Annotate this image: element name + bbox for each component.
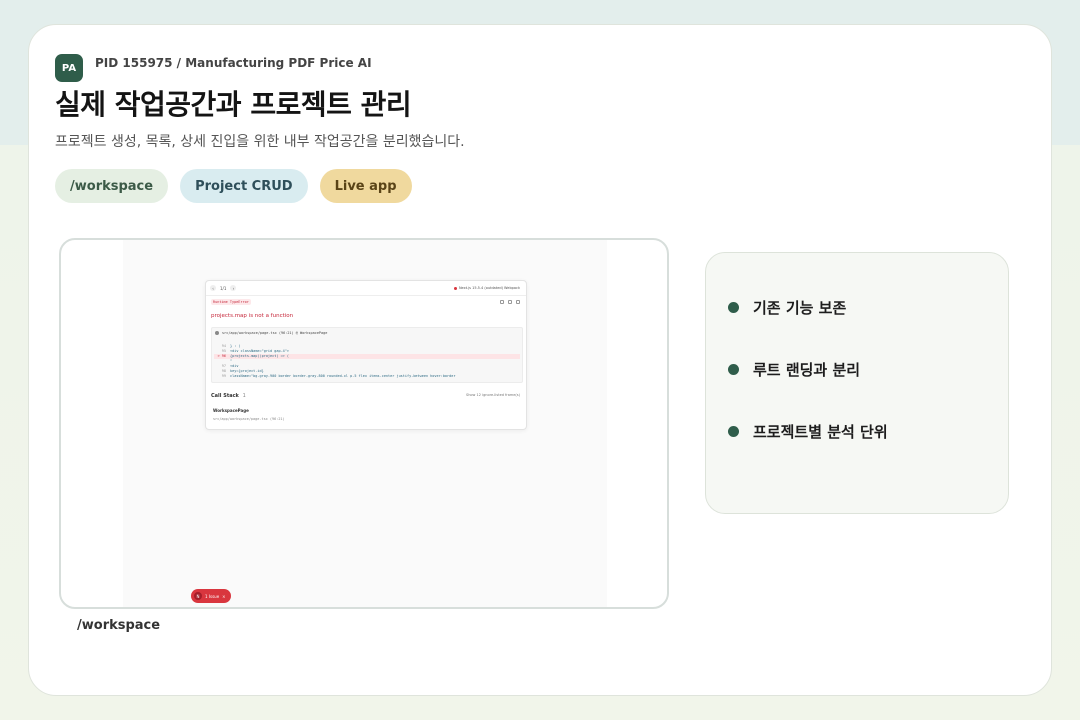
copy-icon[interactable] (500, 300, 504, 304)
version-status-dot (453, 286, 457, 290)
feature-label: 기존 기능 보존 (753, 299, 847, 317)
call-stack-heading: Call Stack 1 (211, 393, 246, 399)
version-label: Next.js 15.5.4 (outdated) Webpack (458, 286, 520, 290)
workspace-screenshot: ‹ 1/1 › Next.js 15.5.4 (outdated) Webpac… (59, 238, 669, 609)
screenshot-viewport: ‹ 1/1 › Next.js 15.5.4 (outdated) Webpac… (123, 240, 607, 607)
feature-panel: 기존 기능 보존 루트 랜딩과 분리 프로젝트별 분석 단위 (705, 252, 1009, 514)
stack-frame-name: WorkspacePage (213, 408, 249, 413)
error-type-badge: Runtime TypeError (211, 299, 251, 305)
slide-card: PA PID 155975 / Manufacturing PDF Price … (28, 24, 1052, 696)
page-title: 실제 작업공간과 프로젝트 관리 (55, 88, 412, 121)
issue-badge-button[interactable]: N 1 Issue × (191, 589, 231, 603)
feature-label: 프로젝트별 분석 단위 (753, 423, 888, 441)
tag-live-app: Live app (319, 169, 412, 203)
bullet-dot-icon (728, 302, 739, 313)
overlay-divider (206, 295, 526, 296)
project-id: PID 155975 / Manufacturing PDF Price AI (95, 56, 372, 70)
ignore-list-toggle[interactable]: Show 12 ignore-listed frame(s) (466, 393, 520, 397)
call-stack-label: Call Stack (211, 393, 239, 399)
code-lines: 94 } : ( 95 <div className="grid gap-4">… (214, 344, 520, 379)
error-nav-count: 1/1 (220, 285, 227, 291)
docs-icon[interactable] (508, 300, 512, 304)
line-text: className="bg-gray-900 border border-gra… (230, 374, 456, 378)
tag-list: /workspace Project CRUD Live app (55, 169, 412, 203)
tag-workspace: /workspace (55, 169, 169, 203)
overlay-actions (500, 300, 520, 304)
next-error-icon[interactable]: › (230, 285, 237, 291)
code-frame: src/app/workspace/page.tsx (96:21) @ Wor… (211, 327, 523, 383)
call-stack-count: 1 (242, 393, 246, 399)
page-subtitle: 프로젝트 생성, 목록, 상세 진입을 위한 내부 작업공간을 분리했습니다. (55, 134, 465, 150)
error-message: projects.map is not a function (211, 313, 294, 319)
screenshot-caption: /workspace (77, 618, 161, 633)
code-line: 99 className="bg-gray-900 border border-… (214, 374, 520, 379)
feature-item: 루트 랜딩과 분리 (728, 359, 860, 380)
code-file-path: src/app/workspace/page.tsx (96:21) @ Wor… (222, 331, 328, 335)
nextjs-version: Next.js 15.5.4 (outdated) Webpack (453, 286, 520, 290)
feature-item: 프로젝트별 분석 단위 (728, 421, 888, 442)
issue-count: 1 Issue (205, 593, 220, 599)
nextjs-logo-icon: N (194, 592, 202, 600)
feature-item: 기존 기능 보존 (728, 297, 846, 318)
code-frame-header: src/app/workspace/page.tsx (96:21) @ Wor… (215, 331, 327, 335)
line-number: 99 (221, 374, 226, 378)
prev-error-icon[interactable]: ‹ (210, 285, 216, 291)
error-overlay: ‹ 1/1 › Next.js 15.5.4 (outdated) Webpac… (205, 280, 527, 430)
close-icon[interactable]: × (222, 594, 225, 599)
bullet-dot-icon (728, 364, 739, 375)
bullet-dot-icon (728, 426, 739, 437)
line-text: {projects.map((project) => ( (230, 354, 290, 358)
feature-label: 루트 랜딩과 분리 (753, 361, 861, 379)
project-avatar: PA (55, 54, 83, 82)
error-nav: ‹ 1/1 › (210, 285, 237, 291)
stack-frame-path: src/app/workspace/page.tsx (96:21) (213, 417, 285, 421)
bug-icon[interactable] (516, 300, 520, 304)
file-icon (215, 331, 219, 335)
tag-project-crud: Project CRUD (180, 169, 308, 203)
